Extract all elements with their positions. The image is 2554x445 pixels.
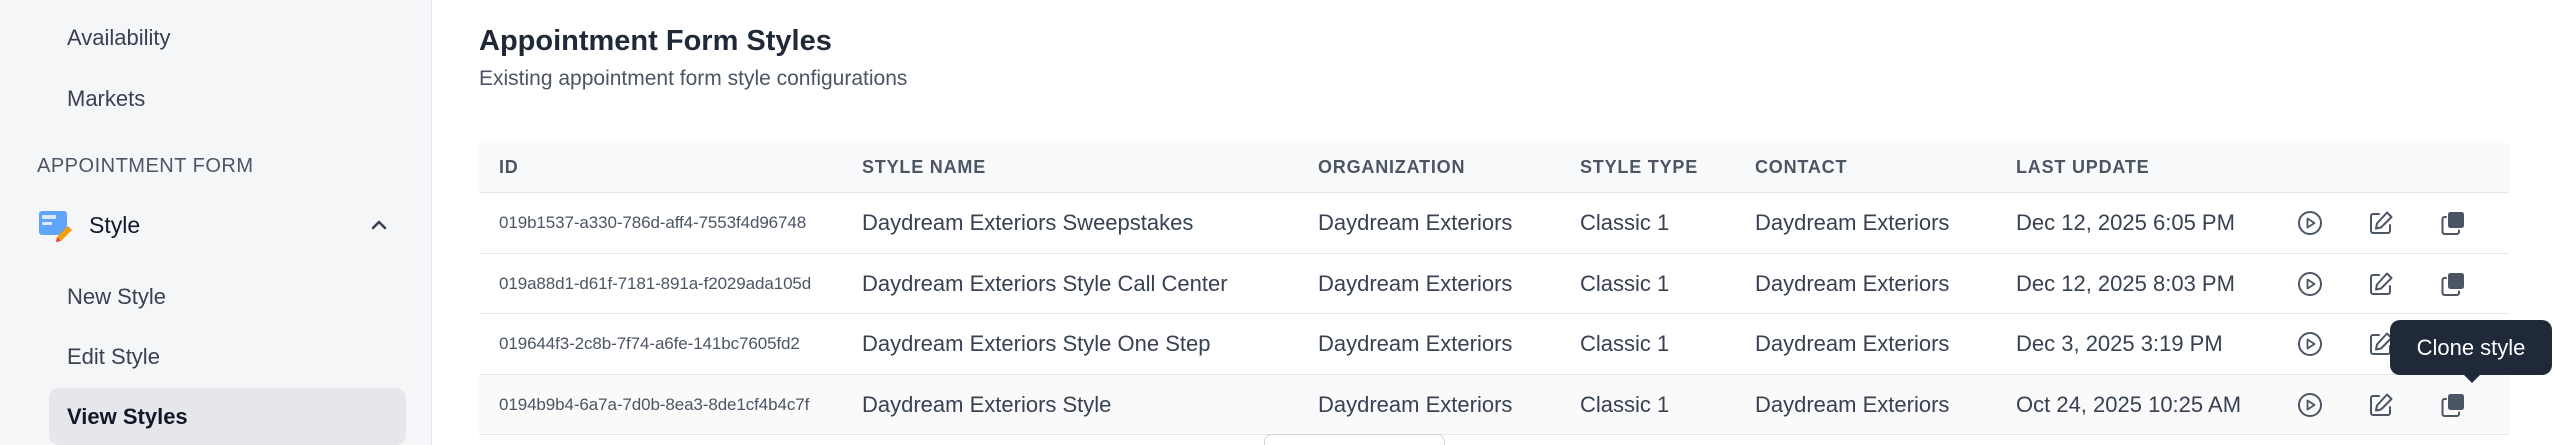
play-icon[interactable] — [2294, 328, 2326, 360]
cell-id: 019a88d1-d61f-7181-891a-f2029ada105d — [499, 273, 812, 293]
column-header-style-type[interactable]: STYLE TYPE — [1580, 157, 1698, 178]
table-row[interactable]: 019a88d1-d61f-7181-891a-f2029ada105d Day… — [479, 254, 2509, 314]
sidebar: Availability Markets APPOINTMENT FORM St… — [0, 0, 432, 445]
style-icon — [37, 207, 73, 243]
sidebar-item-view-styles[interactable]: View Styles — [49, 388, 406, 445]
cell-id: 0194b9b4-6a7a-7d0b-8ea3-8de1cf4b4c7f — [499, 394, 810, 414]
cell-contact: Daydream Exteriors — [1755, 210, 1950, 235]
cell-organization: Daydream Exteriors — [1318, 270, 1513, 296]
tooltip-arrow — [2463, 374, 2481, 383]
cell-style-name: Daydream Exteriors Style Call Center — [862, 270, 1228, 296]
cell-organization: Daydream Exteriors — [1318, 331, 1513, 356]
page-subtitle: Existing appointment form style configur… — [479, 67, 908, 90]
edit-icon[interactable] — [2365, 268, 2397, 300]
cell-last-update: Oct 24, 2025 10:25 AM — [2016, 391, 2242, 417]
table-row[interactable]: 0194b9b4-6a7a-7d0b-8ea3-8de1cf4b4c7f Day… — [479, 374, 2509, 435]
pagination-control[interactable] — [1264, 434, 1445, 445]
chevron-up-icon[interactable] — [370, 216, 388, 234]
styles-table: ID STYLE NAME ORGANIZATION STYLE TYPE CO… — [479, 143, 2509, 435]
table-header: ID STYLE NAME ORGANIZATION STYLE TYPE CO… — [479, 143, 2509, 193]
sidebar-group-label: Style — [89, 211, 141, 238]
sidebar-item-label: Availability — [67, 24, 171, 50]
cell-contact: Daydream Exteriors — [1755, 270, 1950, 296]
edit-icon[interactable] — [2365, 207, 2397, 239]
column-header-last-update[interactable]: LAST UPDATE — [2016, 157, 2149, 178]
cell-organization: Daydream Exteriors — [1318, 391, 1513, 417]
cell-style-type: Classic 1 — [1580, 391, 1670, 417]
play-icon[interactable] — [2294, 389, 2326, 421]
column-header-contact[interactable]: CONTACT — [1755, 157, 1847, 178]
section-label-appointment-form: APPOINTMENT FORM — [37, 155, 254, 177]
sidebar-item-label: New Style — [67, 283, 167, 309]
sidebar-item-edit-style[interactable]: Edit Style — [49, 328, 406, 385]
cell-last-update: Dec 12, 2025 8:03 PM — [2016, 270, 2235, 296]
table-row[interactable]: 019b1537-a330-786d-aff4-7553f4d96748 Day… — [479, 193, 2509, 254]
cell-style-type: Classic 1 — [1580, 331, 1670, 356]
main-content: Appointment Form Styles Existing appoint… — [432, 0, 2554, 445]
sidebar-item-label: Edit Style — [67, 343, 160, 369]
cell-style-name: Daydream Exteriors Sweepstakes — [862, 210, 1194, 235]
play-icon[interactable] — [2294, 268, 2326, 300]
sidebar-group-style[interactable]: Style — [37, 198, 406, 252]
app-root: Availability Markets APPOINTMENT FORM St… — [0, 0, 2554, 445]
sidebar-item-label: View Styles — [67, 403, 188, 429]
sidebar-item-markets[interactable]: Markets — [49, 70, 406, 127]
column-header-organization[interactable]: ORGANIZATION — [1318, 157, 1465, 178]
cell-style-name: Daydream Exteriors Style One Step — [862, 331, 1211, 356]
sidebar-item-availability[interactable]: Availability — [49, 9, 406, 66]
clone-icon[interactable] — [2437, 268, 2469, 300]
cell-id: 019b1537-a330-786d-aff4-7553f4d96748 — [499, 213, 807, 232]
cell-contact: Daydream Exteriors — [1755, 391, 1950, 417]
cell-contact: Daydream Exteriors — [1755, 331, 1950, 356]
sidebar-item-new-style[interactable]: New Style — [49, 268, 406, 325]
sidebar-item-label: Markets — [67, 85, 146, 111]
cell-last-update: Dec 3, 2025 3:19 PM — [2016, 331, 2223, 356]
edit-icon[interactable] — [2365, 389, 2397, 421]
cell-style-type: Classic 1 — [1580, 270, 1670, 296]
column-header-id[interactable]: ID — [499, 157, 519, 178]
column-header-style-name[interactable]: STYLE NAME — [862, 157, 986, 178]
page-title: Appointment Form Styles — [479, 25, 832, 57]
clone-style-tooltip: Clone style — [2390, 320, 2552, 375]
cell-style-name: Daydream Exteriors Style — [862, 391, 1112, 417]
table-row[interactable]: 019644f3-2c8b-7f74-a6fe-141bc7605fd2 Day… — [479, 314, 2509, 375]
clone-icon[interactable] — [2437, 207, 2469, 239]
cell-id: 019644f3-2c8b-7f74-a6fe-141bc7605fd2 — [499, 334, 800, 353]
cell-last-update: Dec 12, 2025 6:05 PM — [2016, 210, 2235, 235]
cell-organization: Daydream Exteriors — [1318, 210, 1513, 235]
play-icon[interactable] — [2294, 207, 2326, 239]
cell-style-type: Classic 1 — [1580, 210, 1670, 235]
clone-icon[interactable] — [2437, 389, 2469, 421]
